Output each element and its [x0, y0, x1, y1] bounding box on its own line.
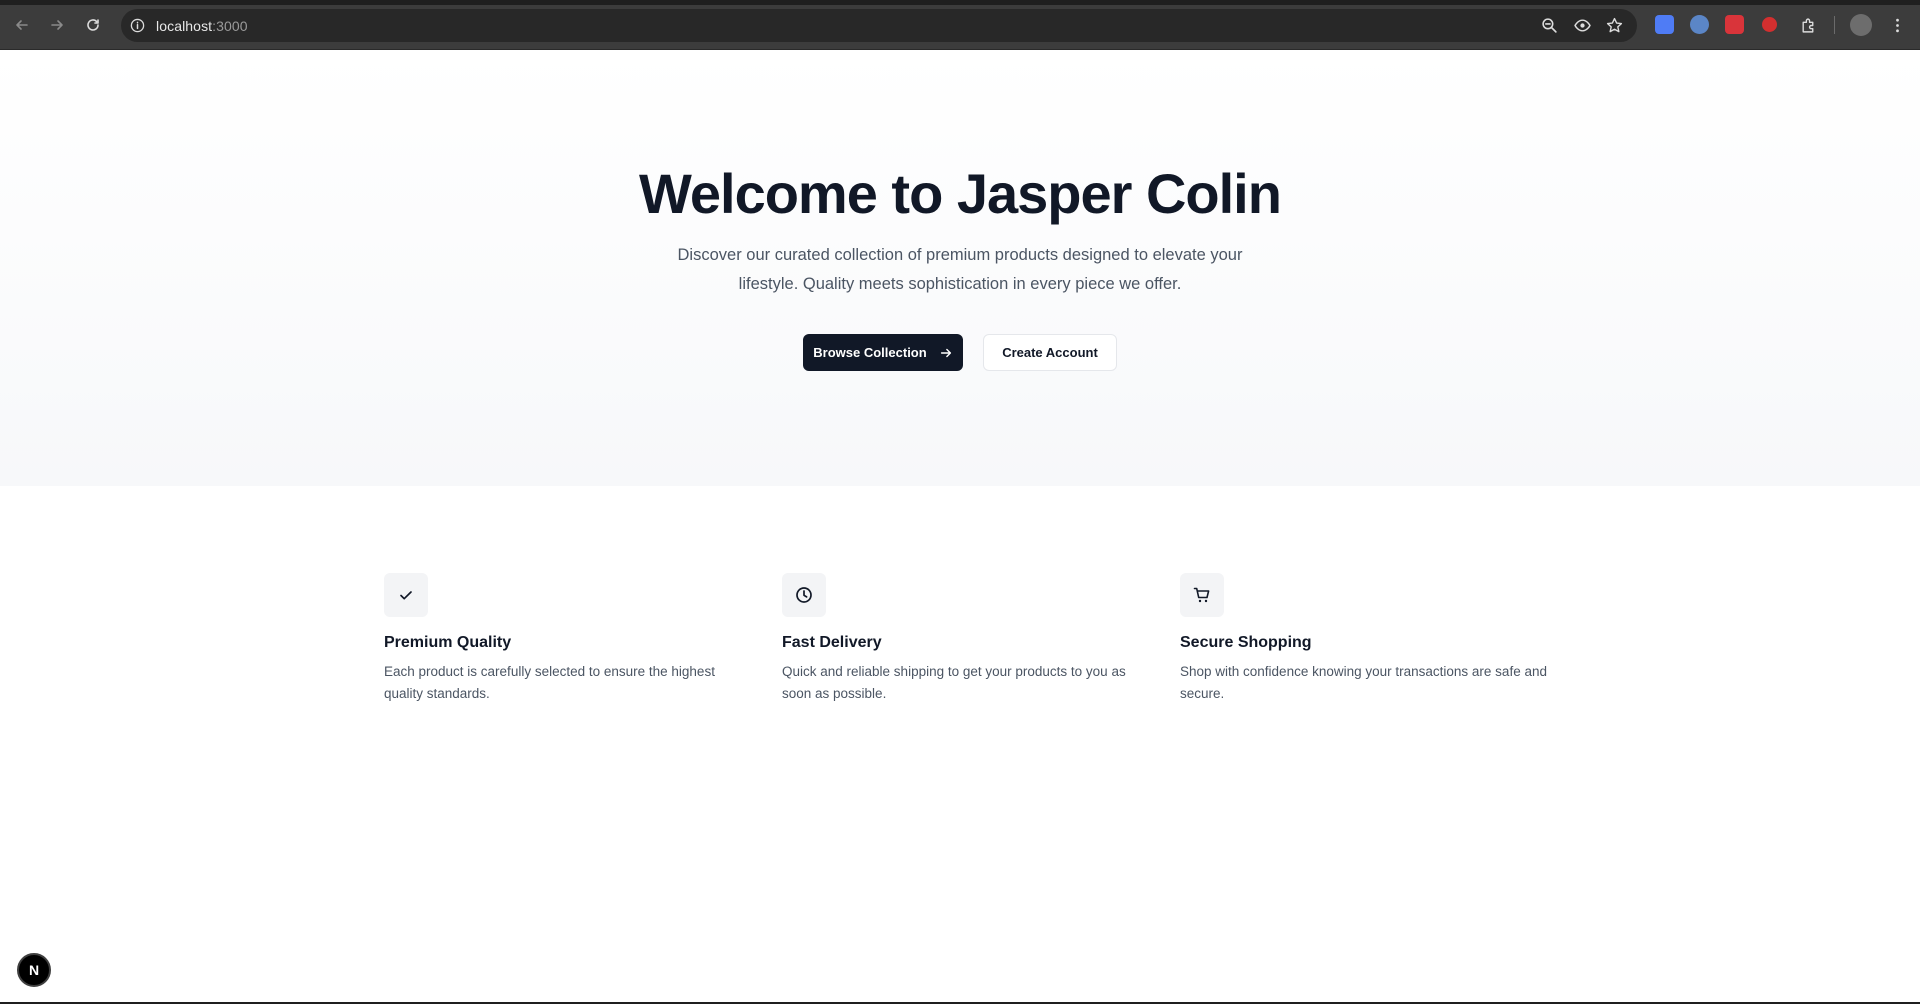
feature-description: Shop with confidence knowing your transa…	[1180, 664, 1547, 701]
feature-premium-quality: Premium Quality Each product is carefull…	[384, 573, 754, 705]
browse-collection-label: Browse Collection	[813, 345, 927, 360]
feature-title: Premium Quality	[384, 634, 512, 651]
feature-description: Each product is carefully selected to en…	[384, 664, 715, 701]
back-button[interactable]	[11, 14, 33, 36]
feature-icon-box	[1180, 573, 1224, 617]
extension-shield-icon[interactable]	[1655, 15, 1674, 34]
feature-description: Quick and reliable shipping to get your …	[782, 664, 1126, 701]
hero-section: Welcome to Jasper Colin Discover our cur…	[0, 51, 1920, 486]
url-port: :3000	[212, 17, 248, 34]
check-icon	[400, 591, 412, 600]
site-info-icon[interactable]	[129, 18, 145, 34]
reload-icon	[87, 19, 99, 31]
eye-icon[interactable]	[1572, 15, 1592, 35]
clock-icon	[796, 587, 812, 603]
tab-strip	[0, 0, 1920, 5]
extensions-puzzle-icon[interactable]	[1798, 15, 1818, 35]
profile-avatar[interactable]	[1850, 14, 1872, 36]
create-account-button[interactable]: Create Account	[983, 334, 1117, 371]
hero-title: Welcome to Jasper Colin	[639, 162, 1282, 225]
feature-title: Fast Delivery	[782, 634, 882, 651]
nextjs-logo-icon: N	[28, 962, 40, 978]
nextjs-dev-badge[interactable]: N	[17, 953, 51, 987]
url-text: localhost:3000	[156, 18, 248, 34]
zoom-icon[interactable]	[1539, 15, 1559, 35]
feature-icon-box	[384, 573, 428, 617]
url-host: localhost	[156, 17, 213, 34]
browse-collection-button[interactable]: Browse Collection	[803, 334, 963, 371]
forward-button[interactable]	[46, 14, 68, 36]
arrow-right-icon	[940, 348, 951, 357]
bookmark-star-icon[interactable]	[1604, 15, 1624, 35]
cart-icon	[1193, 587, 1210, 603]
feature-fast-delivery: Fast Delivery Quick and reliable shippin…	[782, 573, 1152, 705]
feature-secure-shopping: Secure Shopping Shop with confidence kno…	[1180, 573, 1550, 705]
address-bar[interactable]: localhost:3000	[121, 9, 1637, 42]
hero-description: Discover our curated collection of premi…	[677, 246, 1243, 293]
browser-toolbar: localhost:3000	[0, 0, 1920, 50]
feature-title: Secure Shopping	[1180, 634, 1312, 651]
menu-kebab-icon[interactable]	[1887, 15, 1907, 35]
reload-button[interactable]	[82, 14, 104, 36]
arrow-right-icon	[51, 20, 63, 30]
create-account-label: Create Account	[1002, 345, 1098, 360]
extension-circle-icon[interactable]	[1690, 15, 1709, 34]
feature-icon-box	[782, 573, 826, 617]
extension-block-icon[interactable]	[1762, 17, 1777, 32]
extension-red-icon[interactable]	[1725, 15, 1744, 34]
arrow-left-icon	[16, 20, 28, 30]
toolbar-divider	[1834, 16, 1835, 34]
